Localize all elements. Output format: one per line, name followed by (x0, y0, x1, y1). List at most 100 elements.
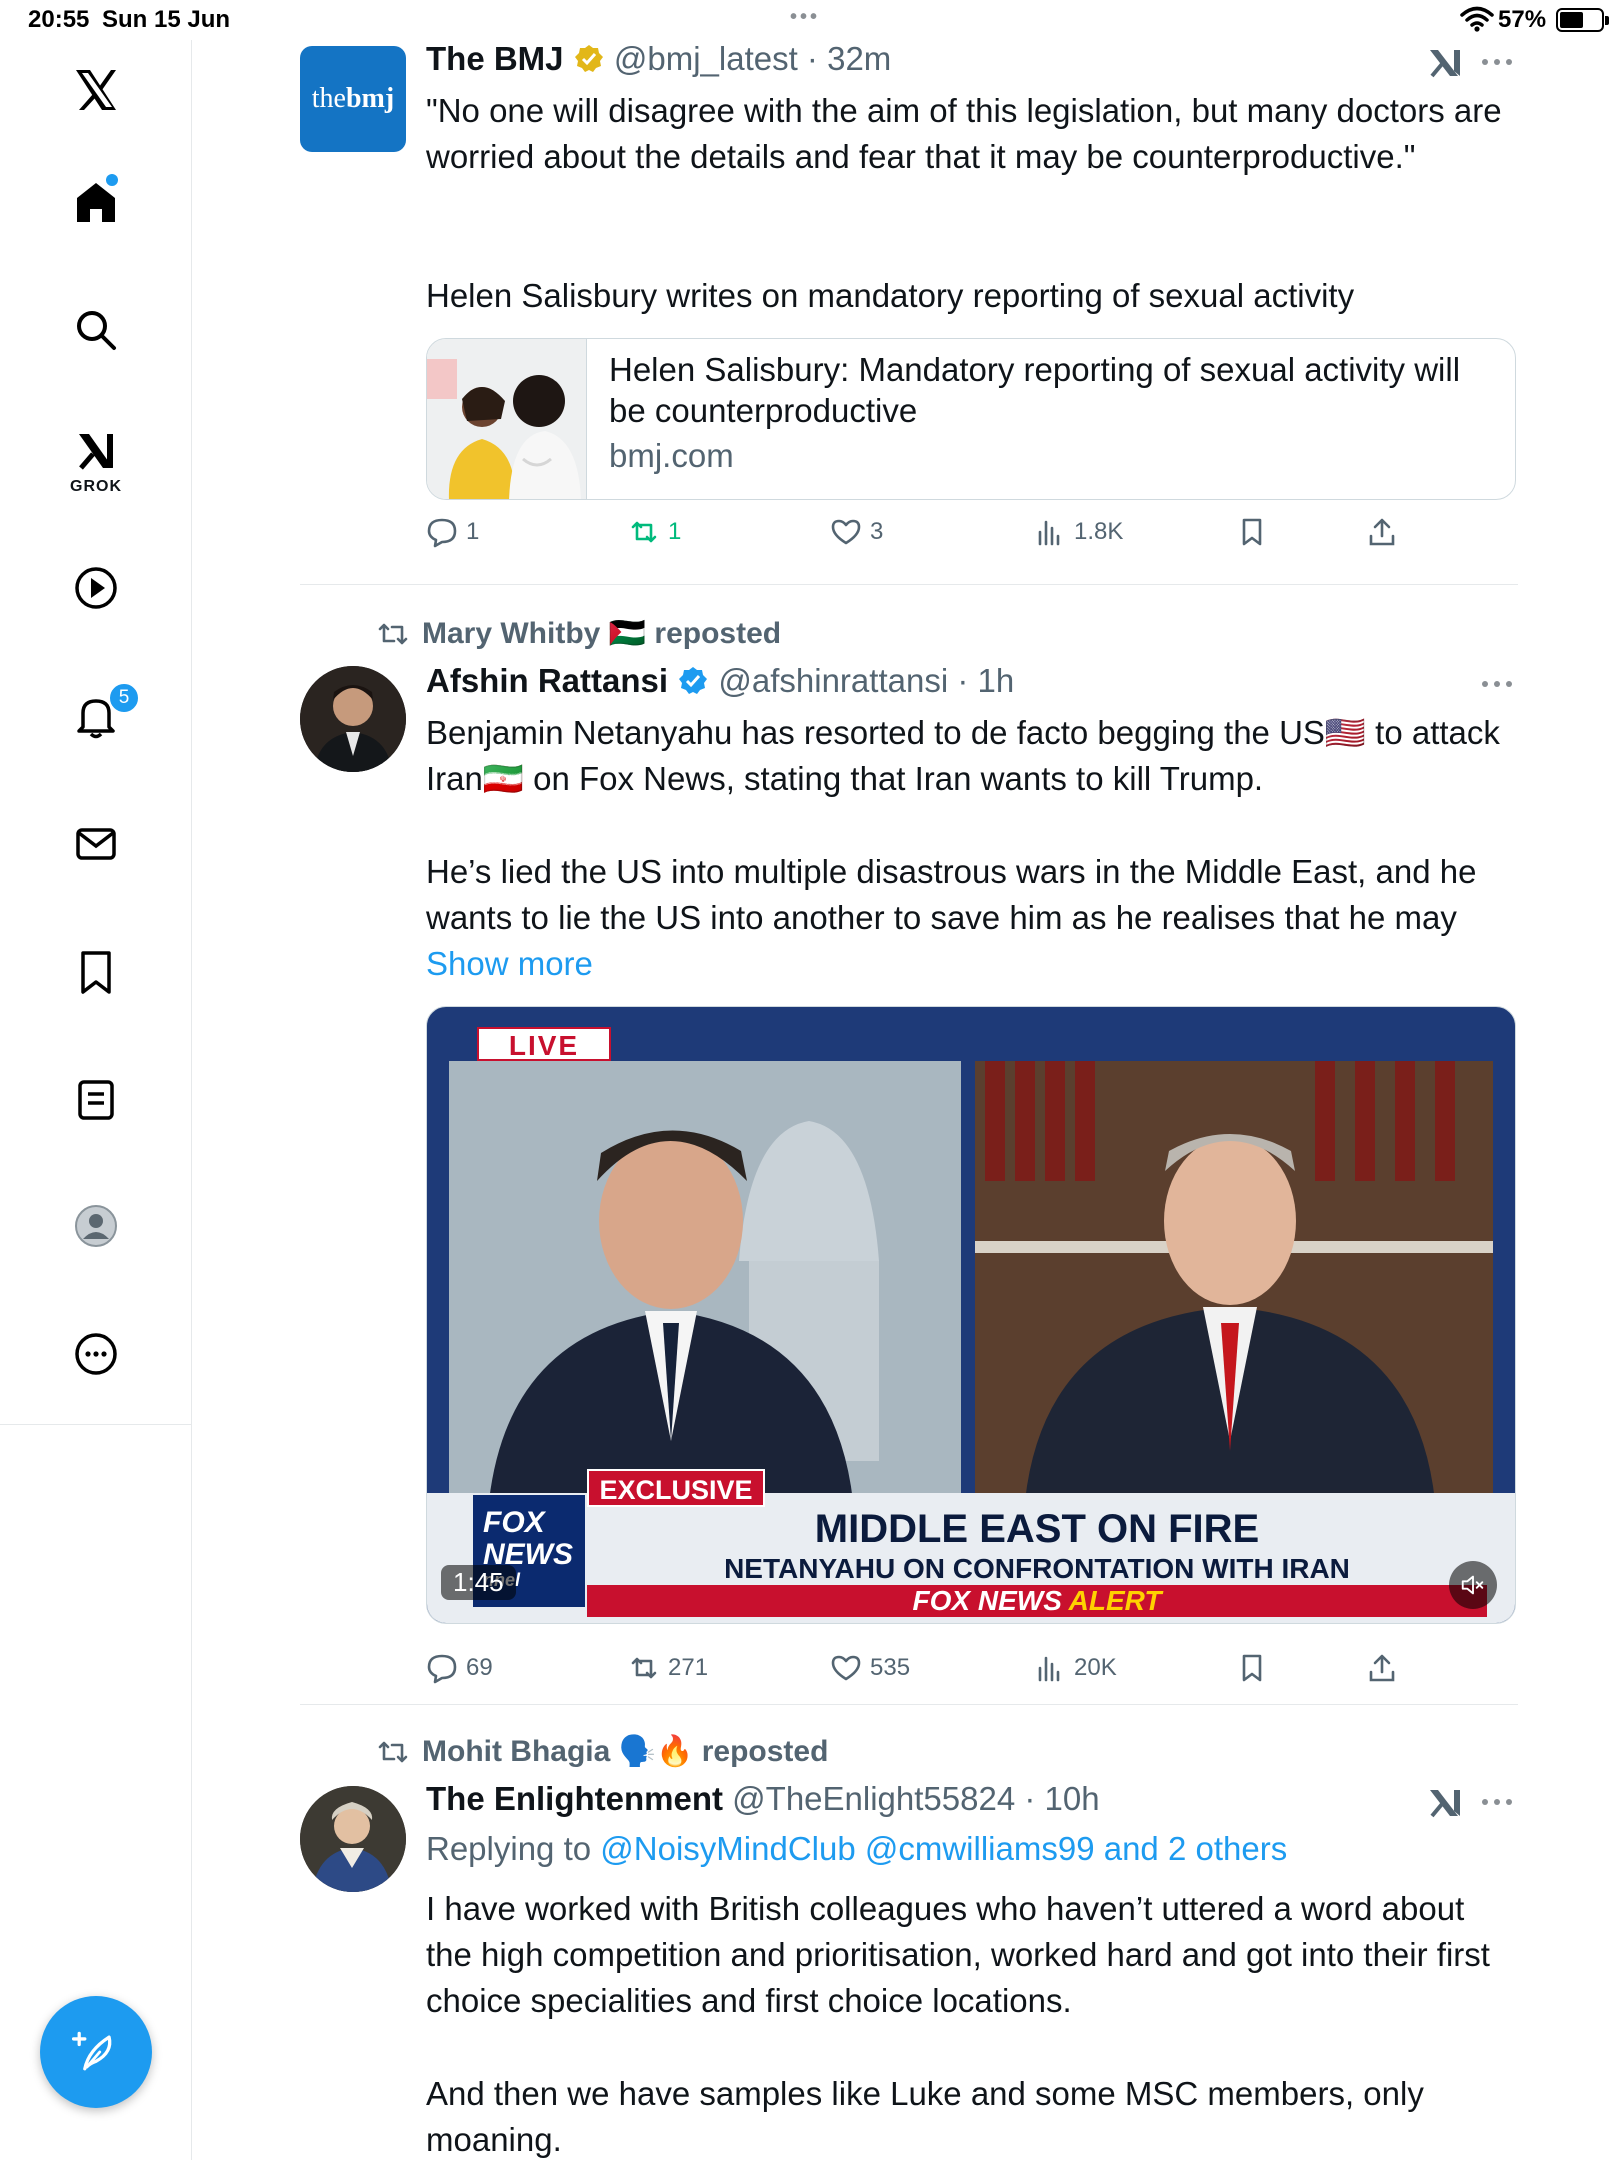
sidebar-item-video[interactable] (56, 548, 136, 628)
link-card[interactable]: Helen Salisbury: Mandatory reporting of … (426, 338, 1516, 500)
share-button[interactable] (1366, 516, 1398, 548)
reply-button[interactable]: 69 (426, 1652, 493, 1684)
repost-attribution[interactable]: Mohit Bhagia 🗣️🔥 reposted (376, 1734, 828, 1769)
views-count: 1.8K (1074, 518, 1124, 545)
repost-icon (631, 1657, 657, 1679)
repost-attribution[interactable]: Mary Whitby 🇵🇸 reposted (376, 616, 781, 651)
show-more-link[interactable]: Show more (426, 945, 593, 982)
grok-explain-icon[interactable] (1426, 1786, 1466, 1820)
views-button[interactable]: 1.8K (1034, 516, 1123, 548)
sidebar-item-more[interactable] (56, 1314, 136, 1394)
reply-icon (427, 1654, 457, 1684)
bmj-avatar-logo: thebmj (311, 83, 395, 114)
grok-label: GROK (70, 478, 122, 495)
x-logo-icon[interactable] (56, 50, 136, 130)
exclusive-label: EXCLUSIVE (587, 1469, 765, 1507)
tweet-header: Afshin Rattansi @afshinrattansi · 1h (426, 662, 1015, 699)
reposted-by: Mary Whitby 🇵🇸 (422, 617, 647, 650)
video-frame-right (975, 1061, 1493, 1501)
mute-button[interactable] (1449, 1561, 1497, 1609)
heart-icon (831, 1655, 861, 1681)
share-button[interactable] (1366, 1652, 1398, 1684)
sidebar-item-lists[interactable] (56, 1060, 136, 1140)
sidebar-item-home[interactable] (56, 162, 136, 242)
repost-small-icon (378, 1741, 408, 1763)
sidebar-item-grok[interactable]: GROK (56, 422, 136, 502)
reply-icon (427, 518, 457, 548)
live-label: LIVE (477, 1027, 611, 1061)
repost-button[interactable]: 271 (628, 1652, 708, 1684)
tweet-text-2: He’s lied the US into multiple disastrou… (426, 853, 1477, 982)
tweet-header: The Enlightenment @TheEnlight55824 · 10h (426, 1780, 1100, 1817)
reply-count: 1 (466, 518, 480, 545)
tweet-text-2: And then we have samples like Luke and s… (426, 2075, 1424, 2158)
repost-button[interactable]: 1 (628, 516, 681, 548)
author-name[interactable]: The BMJ (426, 40, 564, 77)
author-name[interactable]: The Enlightenment (426, 1780, 723, 1817)
tweet-text: Benjamin Netanyahu has resorted to de fa… (426, 714, 1500, 797)
repost-icon (631, 521, 657, 543)
afshin-avatar[interactable] (300, 666, 406, 772)
bookmark-button[interactable] (1236, 516, 1268, 548)
list-document-icon (78, 1080, 114, 1120)
bookmark-icon (81, 951, 111, 994)
sidebar-item-bookmarks[interactable] (56, 932, 136, 1012)
video-frame-left (449, 1061, 961, 1501)
sidebar-item-messages[interactable] (56, 804, 136, 884)
multitasking-dots-icon[interactable]: ••• (790, 6, 820, 29)
heart-icon (831, 519, 861, 545)
author-handle[interactable]: @afshinrattansi (718, 662, 948, 699)
play-circle-icon (75, 567, 117, 609)
like-count: 3 (870, 518, 884, 545)
enlightenment-avatar[interactable] (300, 1786, 406, 1892)
views-count: 20K (1074, 1654, 1117, 1681)
bookmark-button[interactable] (1236, 1652, 1268, 1684)
tweet-time[interactable]: 1h (977, 662, 1014, 699)
tweet-text: I have worked with British colleagues wh… (426, 1890, 1490, 2019)
grok-icon (79, 434, 113, 470)
video-player[interactable]: LIVE EXCLUSIVE FOXNEWSnnel MIDDLE EAST O… (426, 1006, 1516, 1624)
tweet-more-icon[interactable] (1482, 678, 1516, 690)
views-button[interactable]: 20K (1034, 1652, 1117, 1684)
like-button[interactable]: 3 (830, 516, 883, 548)
sidebar-item-notifications[interactable]: 5 (56, 676, 140, 756)
share-icon (1369, 1654, 1395, 1682)
notifications-badge: 5 (108, 682, 140, 714)
tweet-header: The BMJ @bmj_latest · 32m (426, 40, 892, 77)
sidebar-item-profile[interactable] (56, 1186, 136, 1266)
like-button[interactable]: 535 (830, 1652, 910, 1684)
repost-small-icon (378, 623, 408, 645)
reply-button[interactable]: 1 (426, 516, 479, 548)
tweet-time[interactable]: 32m (827, 40, 891, 77)
author-handle[interactable]: @TheEnlight55824 (732, 1780, 1015, 1817)
tweet-time[interactable]: 10h (1045, 1780, 1100, 1817)
grok-explain-icon[interactable] (1426, 46, 1466, 80)
replying-to-handles[interactable]: @NoisyMindClub @cmwilliams99 and 2 other… (600, 1830, 1287, 1867)
status-time: 20:55 (28, 6, 90, 33)
sidebar-item-search[interactable] (56, 290, 136, 370)
link-card-domain: bmj.com (609, 437, 734, 474)
muted-speaker-icon (1461, 1575, 1484, 1595)
author-name[interactable]: Afshin Rattansi (426, 662, 668, 699)
video-duration: 1:45 (441, 1565, 516, 1600)
verified-gold-icon (574, 45, 603, 72)
author-handle[interactable]: @bmj_latest (614, 40, 798, 77)
reposted-by: Mohit Bhagia 🗣️🔥 (422, 1735, 694, 1768)
video-subhead: NETANYAHU ON CONFRONTATION WITH IRAN (724, 1553, 1350, 1584)
video-headline: MIDDLE EAST ON FIRE (814, 1507, 1260, 1551)
battery-icon (1556, 8, 1609, 32)
reply-count: 69 (466, 1654, 493, 1681)
fox-news-alert-bar: FOX NEWS ALERT (587, 1585, 1487, 1617)
battery-percent: 57% (1498, 6, 1547, 33)
tweet-actions: 69 271 535 20K (426, 1652, 1426, 1692)
repost-count: 1 (668, 518, 682, 545)
tweet-divider (300, 584, 1518, 585)
verified-blue-icon (679, 667, 708, 694)
tweet-more-icon[interactable] (1482, 1796, 1516, 1808)
status-date: Sun 15 Jun (102, 6, 231, 33)
tweet-more-icon[interactable] (1482, 56, 1516, 68)
compose-post-button[interactable] (40, 1996, 152, 2108)
search-icon (77, 311, 116, 350)
bmj-avatar[interactable]: thebmj (300, 46, 406, 152)
more-circle-icon (75, 1333, 117, 1375)
